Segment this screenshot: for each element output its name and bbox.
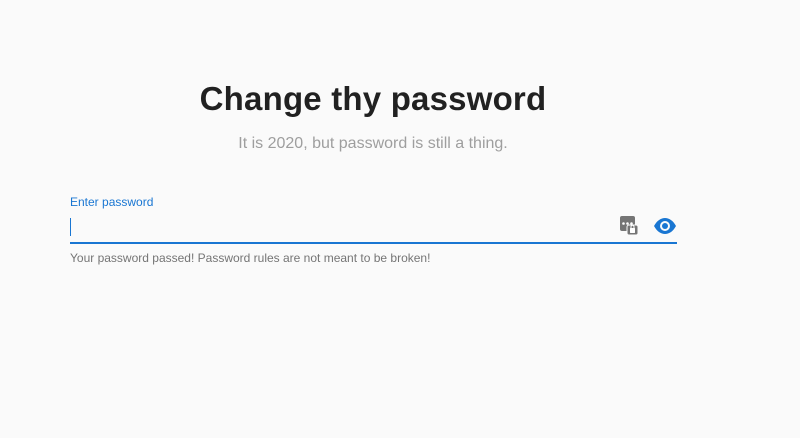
password-field-label: Enter password [70,195,154,209]
password-input-row [70,214,677,244]
password-hint: Your password passed! Password rules are… [70,251,431,265]
page-subtitle: It is 2020, but password is still a thin… [238,135,508,152]
password-input[interactable] [70,214,610,240]
text-caret [70,218,71,236]
eye-icon[interactable] [653,217,677,235]
page: Change thy password It is 2020, but pass… [0,0,800,438]
password-keypad-icon[interactable] [620,216,639,236]
password-field: Enter password Your password passed! Pas… [70,194,677,266]
page-title: Change thy password [199,80,547,117]
